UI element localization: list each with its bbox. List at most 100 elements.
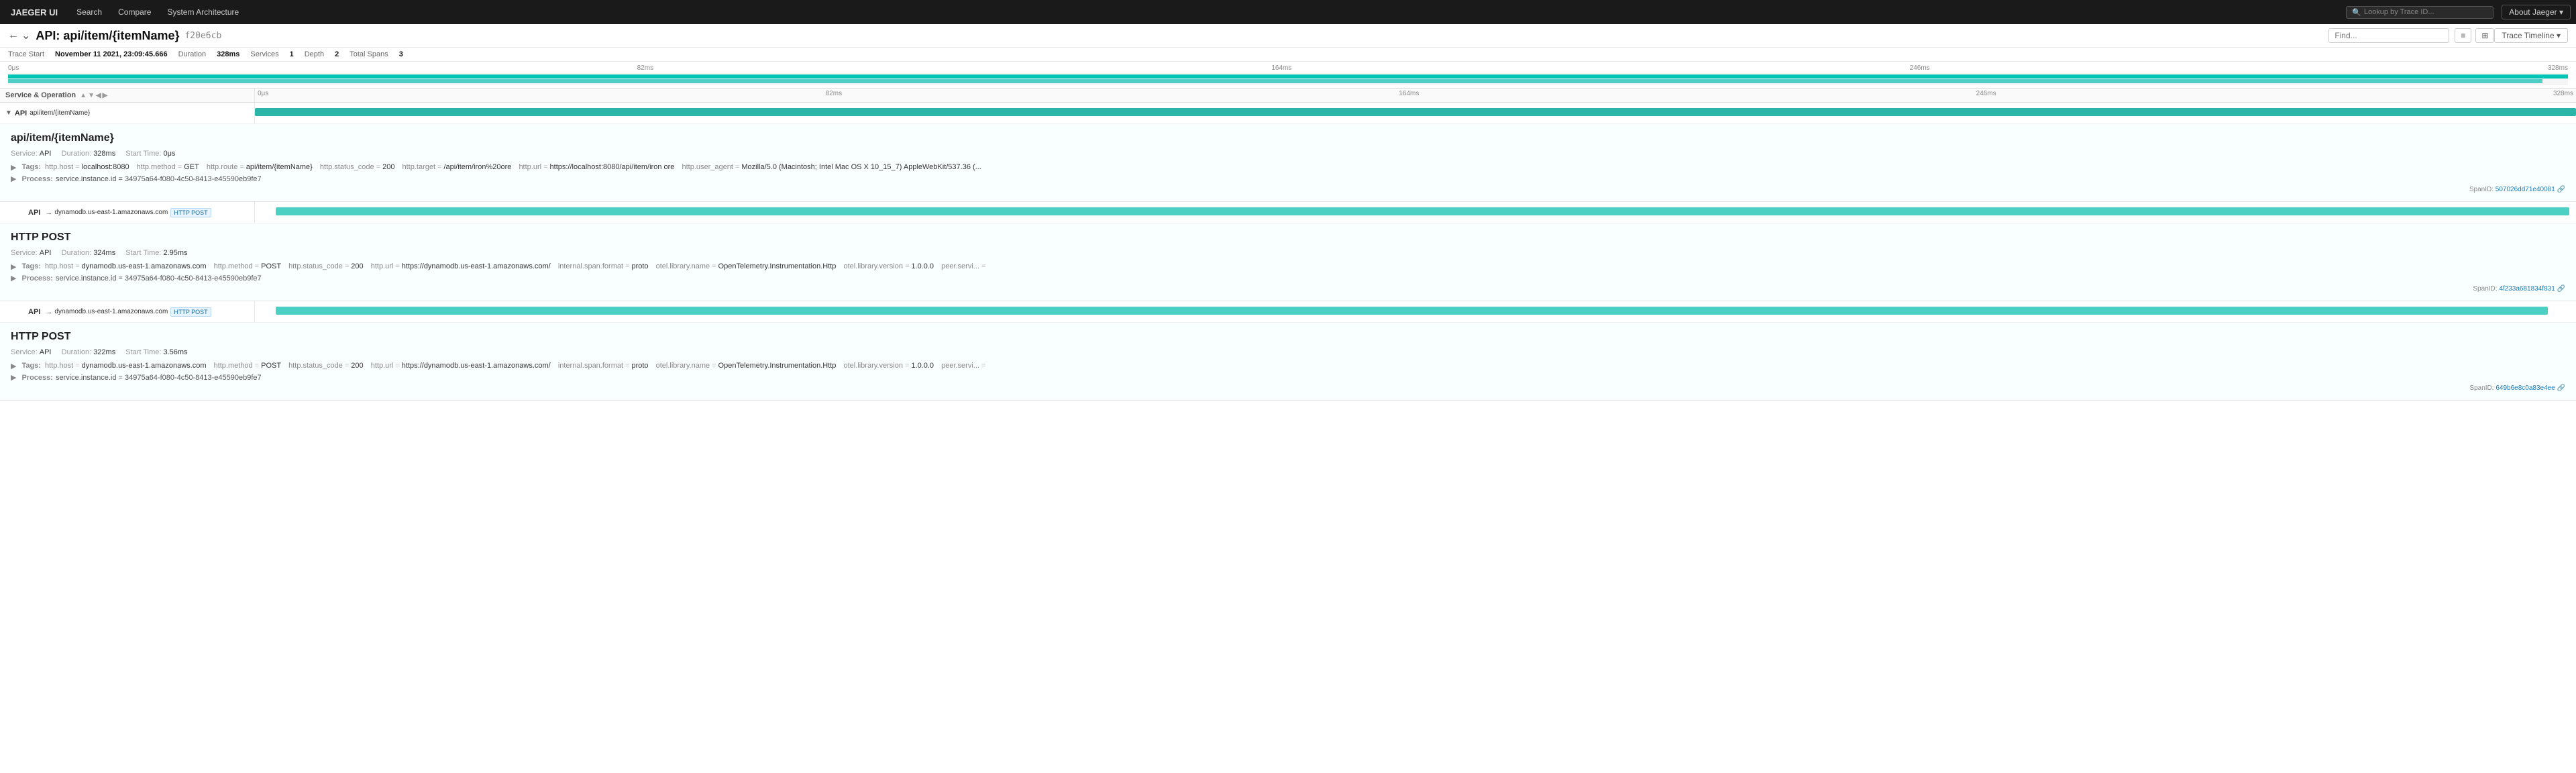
service-label-2: Service: <box>11 348 38 356</box>
detail-panel-0: api/item/{itemName} Service:API Duration… <box>0 124 2576 202</box>
duration-value: 328ms <box>217 50 239 58</box>
lookup-placeholder: Lookup by Trace ID... <box>2364 8 2434 16</box>
start-time-value-0: 0μs <box>163 150 175 158</box>
tag-item: http.url = https://localhost:8080/api/it… <box>519 163 674 171</box>
depth-label: Depth <box>305 50 324 58</box>
trace-title: API: api/item/{itemName} <box>36 29 179 43</box>
span-right-1[interactable] <box>255 202 2576 223</box>
span-toggle-0[interactable]: ▼ <box>5 109 12 117</box>
span-dest-1: dynamodb.us-east-1.amazonaws.com <box>54 209 168 216</box>
expand-button[interactable]: ⌄ <box>21 29 30 42</box>
service-value-1: API <box>40 249 52 257</box>
span-arrow-1: → <box>45 209 52 217</box>
span-right-0[interactable] <box>255 103 2576 123</box>
span-bar-2 <box>276 307 2548 315</box>
span-id-label-0: SpanID: <box>2469 186 2493 193</box>
trace-timeline-button[interactable]: Trace Timeline ▾ <box>2494 28 2568 43</box>
mini-tick-0: 0μs <box>8 64 19 72</box>
ruler-tick-2: 164ms <box>1396 90 1421 101</box>
lookup-by-trace-id[interactable]: 🔍 Lookup by Trace ID... <box>2346 6 2493 19</box>
tag-item: http.status_code = 200 <box>288 362 364 370</box>
depth-value: 2 <box>335 50 339 58</box>
process-label-1: Process: <box>21 274 52 282</box>
back-button[interactable]: ← <box>8 30 19 42</box>
span-left-2: API→dynamodb.us-east-1.amazonaws.comHTTP… <box>0 301 255 322</box>
process-row-0: ▶ Process: service.instance.id = 34975a6… <box>11 174 2565 183</box>
tag-item: http.host = dynamodb.us-east-1.amazonaws… <box>45 362 207 370</box>
span-service-1: API <box>28 209 40 217</box>
sort-down-icon[interactable]: ▼ <box>88 92 95 99</box>
tag-item: internal.span.format = proto <box>558 362 649 370</box>
service-value-2: API <box>40 348 52 356</box>
service-label-0: Service: <box>11 150 38 158</box>
trace-header: ← ⌄ API: api/item/{itemName} f20e6cb ≡ ⊞… <box>0 24 2576 48</box>
copy-span-id-icon-0[interactable]: 🔗 <box>2557 186 2565 193</box>
trace-start-label: Trace Start <box>8 50 44 58</box>
mini-timeline: 0μs 82ms 164ms 246ms 328ms <box>0 62 2576 89</box>
start-time-label-1: Start Time: <box>125 249 161 257</box>
service-operation-label: Service & Operation <box>5 91 76 99</box>
about-jaeger-button[interactable]: About Jaeger ▾ <box>2502 5 2571 19</box>
nav-system-arch[interactable]: System Architecture <box>159 0 247 24</box>
span-id-link-0[interactable]: 507026dd71e40081 <box>2496 186 2555 193</box>
copy-span-id-icon-1[interactable]: 🔗 <box>2557 285 2565 293</box>
tag-item: http.user_agent = Mozilla/5.0 (Macintosh… <box>682 163 981 171</box>
tag-item: otel.library.version = 1.0.0.0 <box>844 262 934 270</box>
detail-title-0: api/item/{itemName} <box>11 132 2565 144</box>
copy-span-id-icon-2[interactable]: 🔗 <box>2557 384 2565 392</box>
tag-item: http.host = dynamodb.us-east-1.amazonaws… <box>45 262 207 270</box>
tag-item: http.url = https://dynamodb.us-east-1.am… <box>371 262 551 270</box>
tags-toggle-1[interactable]: ▶ <box>11 262 16 271</box>
span-arrow-2: → <box>45 308 52 316</box>
tag-item: http.status_code = 200 <box>320 163 395 171</box>
column-header-service: Service & Operation ▲ ▼ ◀ ▶ <box>0 89 255 102</box>
start-time-label-2: Start Time: <box>125 348 161 356</box>
sort-right-icon[interactable]: ▶ <box>103 92 108 99</box>
tag-item: http.route = api/item/{itemName} <box>207 163 313 171</box>
tag-item: otel.library.version = 1.0.0.0 <box>844 362 934 370</box>
span-id-link-2[interactable]: 649b6e8c0a83e4ee <box>2496 384 2555 392</box>
process-toggle-2[interactable]: ▶ <box>11 373 16 382</box>
duration-label-2: Duration: <box>62 348 92 356</box>
process-value-1: service.instance.id = 34975a64-f080-4c50… <box>56 274 262 282</box>
sort-up-icon[interactable]: ▲ <box>80 92 87 99</box>
nav-search[interactable]: Search <box>68 0 110 24</box>
process-row-1: ▶ Process: service.instance.id = 34975a6… <box>11 274 2565 282</box>
tag-item: http.host = localhost:8080 <box>45 163 129 171</box>
span-operation-0: api/item/{itemName} <box>30 109 90 117</box>
tag-item: otel.library.name = OpenTelemetry.Instru… <box>656 362 837 370</box>
tool-button-2[interactable]: ⊞ <box>2475 28 2494 43</box>
mini-bar-container[interactable] <box>8 73 2568 85</box>
detail-title-2: HTTP POST <box>11 331 2565 343</box>
total-spans-value: 3 <box>399 50 403 58</box>
tags-toggle-2[interactable]: ▶ <box>11 362 16 370</box>
tags-toggle-0[interactable]: ▶ <box>11 163 16 172</box>
service-label-1: Service: <box>11 249 38 257</box>
span-row: API→dynamodb.us-east-1.amazonaws.comHTTP… <box>0 301 2576 323</box>
http-badge-1: HTTP POST <box>170 208 211 217</box>
process-toggle-0[interactable]: ▶ <box>11 174 16 183</box>
mini-tick-3: 246ms <box>1910 64 1930 72</box>
trace-meta: Trace Start November 11 2021, 23:09:45.6… <box>0 48 2576 62</box>
find-input[interactable] <box>2328 28 2449 43</box>
span-id-link-1[interactable]: 4f233a681834f831 <box>2499 285 2555 293</box>
tool-button-1[interactable]: ≡ <box>2455 28 2471 43</box>
tags-label-1: Tags: <box>21 262 41 270</box>
detail-span-id-1: SpanID: 4f233a681834f831 🔗 <box>11 285 2565 293</box>
sort-left-icon[interactable]: ◀ <box>96 92 101 99</box>
span-right-2[interactable] <box>255 301 2576 322</box>
duration-label-1: Duration: <box>62 249 92 257</box>
process-value-2: service.instance.id = 34975a64-f080-4c50… <box>56 374 262 382</box>
span-dest-2: dynamodb.us-east-1.amazonaws.com <box>54 308 168 315</box>
nav-compare[interactable]: Compare <box>110 0 159 24</box>
http-badge-2: HTTP POST <box>170 307 211 317</box>
tag-item: http.target = /api/item/iron%20ore <box>402 163 512 171</box>
process-toggle-1[interactable]: ▶ <box>11 274 16 282</box>
span-row: API →dynamodb.us-east-1.amazonaws.comHTTP… <box>0 202 2576 223</box>
mini-bar-row-1 <box>8 74 2568 79</box>
detail-tags-row-0: ▶ Tags: http.host = localhost:8080 http.… <box>11 163 2565 172</box>
detail-span-id-0: SpanID: 507026dd71e40081 🔗 <box>11 186 2565 193</box>
duration-value-0: 328ms <box>93 150 115 158</box>
trace-start-value: November 11 2021, 23:09:45.666 <box>55 50 168 58</box>
span-bar-0 <box>255 108 2576 116</box>
